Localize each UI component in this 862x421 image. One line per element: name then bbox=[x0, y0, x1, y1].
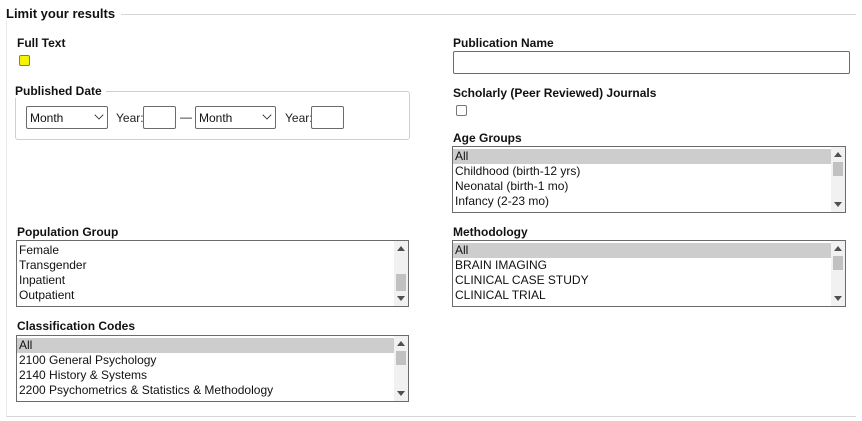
list-item[interactable]: Childhood (birth-12 yrs) bbox=[453, 164, 831, 179]
chevron-down-icon bbox=[94, 110, 104, 120]
scrollbar[interactable] bbox=[394, 241, 408, 306]
list-item[interactable]: CLINICAL TRIAL bbox=[453, 288, 831, 303]
date-range-dash: — bbox=[180, 110, 192, 124]
full-text-label: Full Text bbox=[17, 36, 66, 50]
list-item[interactable]: Inpatient bbox=[17, 273, 394, 288]
list-item[interactable]: Female bbox=[17, 243, 394, 258]
scrollbar[interactable] bbox=[831, 147, 845, 212]
classification-codes-listbox[interactable]: All 2100 General Psychology 2140 History… bbox=[16, 335, 409, 402]
age-groups-label: Age Groups bbox=[453, 131, 522, 145]
list-item[interactable]: Transgender bbox=[17, 258, 394, 273]
list-item[interactable]: BRAIN IMAGING bbox=[453, 258, 831, 273]
population-group-label: Population Group bbox=[17, 225, 119, 239]
scholarly-label: Scholarly (Peer Reviewed) Journals bbox=[453, 86, 657, 100]
list-item[interactable]: 2100 General Psychology bbox=[17, 353, 394, 368]
scroll-thumb[interactable] bbox=[833, 256, 843, 270]
age-groups-listbox[interactable]: All Childhood (birth-12 yrs) Neonatal (b… bbox=[452, 146, 846, 213]
start-month-value: Month bbox=[30, 111, 64, 125]
start-year-input[interactable] bbox=[143, 106, 176, 129]
list-item[interactable]: 2140 History & Systems bbox=[17, 368, 394, 383]
start-month-select[interactable]: Month bbox=[26, 106, 108, 129]
list-item[interactable]: CLINICAL CASE STUDY bbox=[453, 273, 831, 288]
list-item[interactable]: Infancy (2-23 mo) bbox=[453, 194, 831, 209]
scroll-down-arrow-icon[interactable] bbox=[397, 391, 405, 396]
scroll-thumb[interactable] bbox=[833, 162, 843, 176]
scroll-thumb[interactable] bbox=[396, 351, 406, 365]
limit-results-legend: Limit your results bbox=[6, 6, 122, 21]
end-year-input[interactable] bbox=[311, 106, 344, 129]
methodology-listbox[interactable]: All BRAIN IMAGING CLINICAL CASE STUDY CL… bbox=[452, 240, 846, 307]
scrollbar[interactable] bbox=[394, 336, 408, 401]
list-item[interactable]: All bbox=[17, 338, 394, 353]
scroll-down-arrow-icon[interactable] bbox=[834, 296, 842, 301]
scroll-down-arrow-icon[interactable] bbox=[397, 296, 405, 301]
list-item[interactable]: Neonatal (birth-1 mo) bbox=[453, 179, 831, 194]
list-item[interactable]: All bbox=[453, 149, 831, 164]
chevron-down-icon bbox=[262, 110, 272, 120]
publication-name-input[interactable] bbox=[453, 51, 850, 74]
scroll-thumb[interactable] bbox=[396, 274, 406, 291]
scrollbar[interactable] bbox=[831, 241, 845, 306]
end-year-label: Year: bbox=[285, 111, 313, 125]
population-group-listbox[interactable]: Female Transgender Inpatient Outpatient bbox=[16, 240, 409, 307]
end-month-value: Month bbox=[199, 111, 233, 125]
methodology-label: Methodology bbox=[453, 225, 528, 239]
start-year-label: Year: bbox=[116, 111, 144, 125]
scroll-up-arrow-icon[interactable] bbox=[397, 246, 405, 251]
list-item[interactable]: 2200 Psychometrics & Statistics & Method… bbox=[17, 383, 394, 398]
scroll-up-arrow-icon[interactable] bbox=[397, 341, 405, 346]
full-text-checkbox[interactable] bbox=[19, 55, 30, 66]
published-date-label: Published Date bbox=[15, 84, 106, 98]
classification-codes-label: Classification Codes bbox=[17, 319, 136, 333]
scholarly-checkbox[interactable] bbox=[456, 105, 467, 116]
list-item[interactable]: Outpatient bbox=[17, 288, 394, 303]
end-month-select[interactable]: Month bbox=[195, 106, 276, 129]
publication-name-label: Publication Name bbox=[453, 36, 554, 50]
scroll-up-arrow-icon[interactable] bbox=[834, 246, 842, 251]
scroll-down-arrow-icon[interactable] bbox=[834, 202, 842, 207]
list-item[interactable]: All bbox=[453, 243, 831, 258]
scroll-up-arrow-icon[interactable] bbox=[834, 152, 842, 157]
